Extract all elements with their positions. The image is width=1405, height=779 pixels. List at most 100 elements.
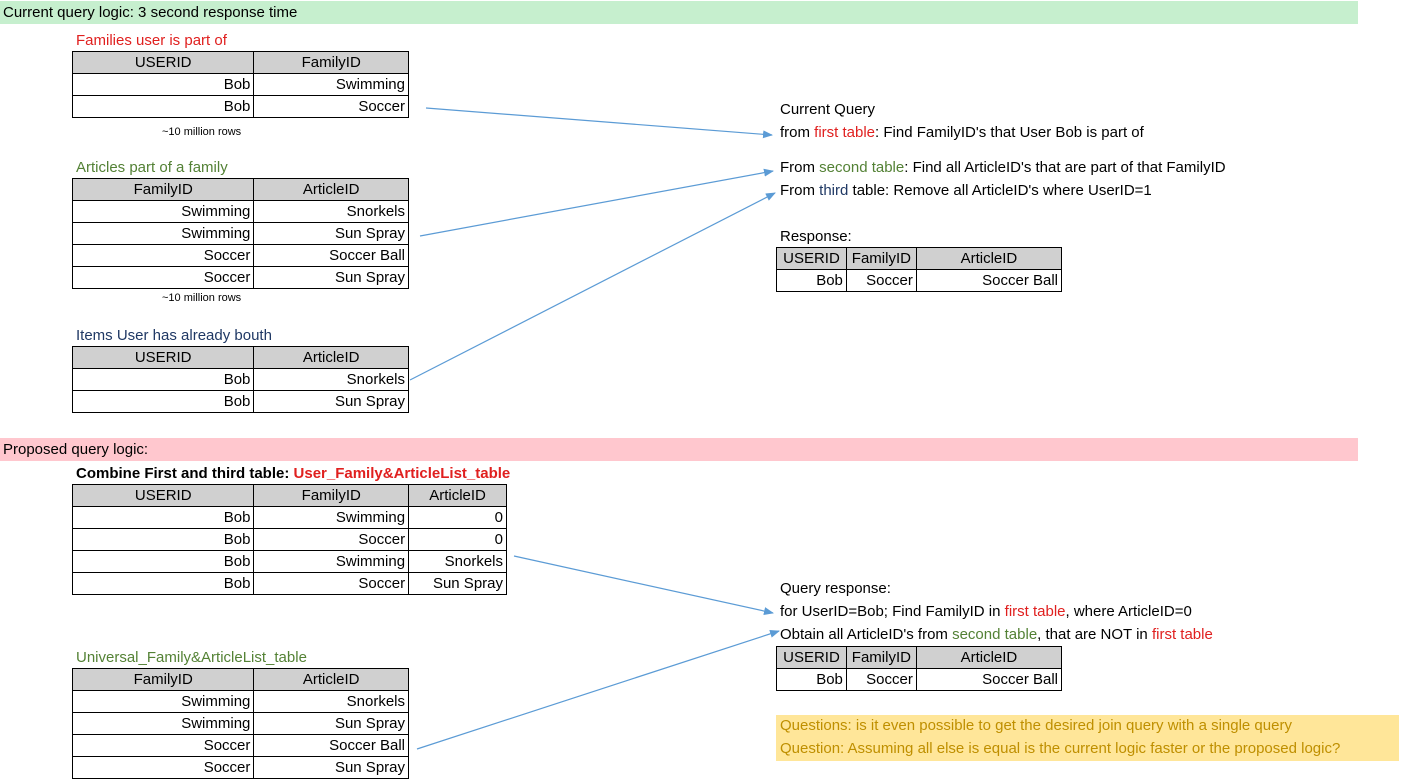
table-cell[interactable]: Soccer [71,734,255,757]
table-cell[interactable]: Bob [776,668,847,691]
table-cell[interactable]: Sun Spray [253,266,409,289]
table-cell[interactable]: Swimming [71,222,255,245]
table-row: Bob Swimming Snorkels [71,550,507,573]
column-header: ArticleID [253,178,409,201]
table-row: Bob Soccer [71,95,409,118]
table-cell[interactable]: Soccer [71,244,255,267]
table-row: Bob Snorkels [71,368,409,391]
table-cell[interactable]: Bob [71,528,255,551]
arrow-articles-to-step2 [419,168,774,237]
table-cell[interactable]: Soccer Ball [253,734,409,757]
table-cell[interactable]: Bob [71,368,255,391]
table-cell[interactable]: Soccer [253,528,410,551]
table-row: Bob Swimming 0 [71,506,507,529]
combined-table: USERID FamilyID ArticleID Bob Swimming 0… [71,484,507,595]
proposed-query-step-1: for UserID=Bob; Find FamilyID in first t… [780,602,1192,622]
table-cell[interactable]: Swimming [71,690,255,713]
arrow-universal-to-step2 [416,629,780,750]
table-cell[interactable]: Swimming [253,550,410,573]
table-cell[interactable]: 0 [408,506,507,529]
step-text: Obtain all ArticleID's from [780,626,953,643]
table-cell[interactable]: Bob [71,73,255,96]
column-header: FamilyID [845,247,917,270]
table-row: Swimming Sun Spray [71,222,409,245]
table-cell[interactable]: Sun Spray [253,390,409,413]
column-header: ArticleID [915,247,1063,270]
step-text: : Find all ArticleID's that are part of … [904,159,1226,176]
proposed-response-table: USERID FamilyID ArticleID Bob Soccer Soc… [776,646,1063,691]
step-text: table: Remove all ArticleID's where User… [848,182,1152,199]
table-cell[interactable]: Bob [71,550,255,573]
universal-table: FamilyID ArticleID Swimming Snorkels Swi… [71,668,409,779]
table-cell[interactable]: Soccer Ball [915,668,1063,691]
table-cell[interactable]: Soccer [845,269,917,292]
proposed-logic-banner: Proposed query logic: [0,438,1358,461]
table-cell[interactable]: Sun Spray [253,712,409,735]
current-query-step-3: From third table: Remove all ArticleID's… [780,181,1152,201]
table-cell[interactable]: Soccer [253,572,410,595]
table-cell[interactable]: Soccer [253,95,409,118]
table-cell[interactable]: Soccer [845,668,917,691]
response-label: Response: [780,228,852,245]
arrow-bought-to-step3 [409,192,776,381]
questions-box: Questions: is it even possible to get th… [776,715,1399,761]
families-table-title: Families user is part of [76,32,227,49]
step-text: , where ArticleID=0 [1065,603,1192,620]
table-cell[interactable]: Snorkels [408,550,507,573]
table-cell[interactable]: Soccer Ball [915,269,1063,292]
table-row: Bob Sun Spray [71,390,409,413]
bought-table-title: Items User has already bouth [76,327,272,344]
arrow-families-to-step1 [425,107,773,139]
question-1: Questions: is it even possible to get th… [780,717,1292,734]
table-row: Bob Soccer Soccer Ball [776,269,1063,292]
column-header: ArticleID [915,646,1063,669]
third-table-highlight: third [819,182,849,199]
table-row: Swimming Snorkels [71,200,409,223]
table-cell[interactable]: 0 [408,528,507,551]
table-cell[interactable]: Swimming [253,506,410,529]
column-header: USERID [776,247,847,270]
table-row: Soccer Soccer Ball [71,244,409,267]
table-cell[interactable]: Bob [776,269,847,292]
column-header: USERID [71,51,255,74]
table-cell[interactable]: Swimming [253,73,409,96]
table-cell[interactable]: Snorkels [253,368,409,391]
step-text: for UserID=Bob; Find FamilyID in [780,603,1005,620]
table-cell[interactable]: Snorkels [253,200,409,223]
second-table-highlight: second table [952,626,1038,643]
combined-table-name: User_Family&ArticleList_table [293,465,511,482]
table-cell[interactable]: Snorkels [253,690,409,713]
table-cell[interactable]: Bob [71,572,255,595]
current-query-step-1: from first table: Find FamilyID's that U… [780,123,1144,143]
query-response-heading: Query response: [780,580,891,597]
table-cell[interactable]: Swimming [71,712,255,735]
table-cell[interactable]: Sun Spray [253,222,409,245]
table-cell[interactable]: Bob [71,506,255,529]
column-header: ArticleID [253,346,409,369]
table-cell[interactable]: Soccer Ball [253,244,409,267]
column-header: ArticleID [253,668,409,691]
table-cell[interactable]: Bob [71,95,255,118]
column-header: FamilyID [71,178,255,201]
column-header: FamilyID [253,484,410,507]
current-query-heading: Current Query [780,101,876,118]
step-text: , that are NOT in [1037,626,1152,643]
table-cell[interactable]: Bob [71,390,255,413]
column-header: USERID [776,646,847,669]
table-cell[interactable]: Sun Spray [408,572,507,595]
current-logic-banner: Current query logic: 3 second response t… [0,1,1358,24]
table-row: Bob Soccer Soccer Ball [776,668,1063,691]
step-text: From [780,182,820,199]
table-cell[interactable]: Soccer [71,756,255,779]
step-text: : Find FamilyID's that User Bob is part … [875,124,1144,141]
current-response-table: USERID FamilyID ArticleID Bob Soccer Soc… [776,247,1063,292]
table-row: Swimming Sun Spray [71,712,409,735]
table-cell[interactable]: Soccer [71,266,255,289]
table-row: Bob Soccer Sun Spray [71,572,507,595]
table-row: Bob Swimming [71,73,409,96]
table-cell[interactable]: Swimming [71,200,255,223]
first-table-highlight: first table [814,124,876,141]
combined-title-text: Combine First and third table: [76,465,294,482]
step-text: From [780,159,820,176]
table-cell[interactable]: Sun Spray [253,756,409,779]
